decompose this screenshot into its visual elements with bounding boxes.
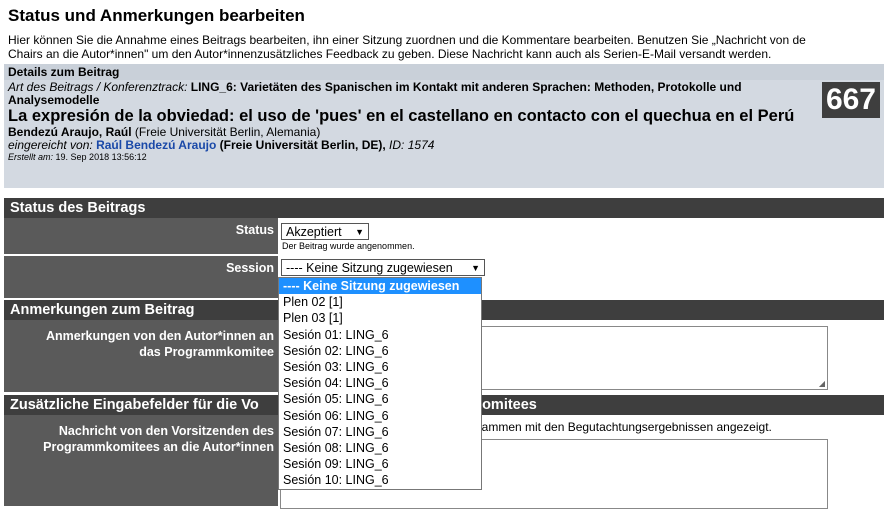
status-row: Status Akzeptiert ▼ Der Beitrag wurde an… — [4, 218, 884, 254]
notes-label: Anmerkungen von den Autor*innen an das P… — [45, 329, 274, 359]
details-header: Details zum Beitrag — [4, 64, 884, 80]
session-select-value: ---- Keine Sitzung zugewiesen — [286, 261, 453, 275]
session-dropdown-list[interactable]: ---- Keine Sitzung zugewiesen Plen 02 [1… — [278, 277, 482, 490]
submitted-label: eingereicht von: — [8, 138, 93, 152]
session-option[interactable]: Sesión 06: LING_6 — [279, 408, 481, 424]
session-select[interactable]: ---- Keine Sitzung zugewiesen ▼ — [281, 259, 485, 276]
created-label: Erstellt am: — [8, 152, 54, 162]
track-line-2: Analysemodelle — [8, 93, 100, 107]
status-section-header: Status des Beitrags — [4, 198, 884, 218]
paper-number-badge: 667 — [821, 82, 880, 118]
session-option[interactable]: Sesión 04: LING_6 — [279, 375, 481, 391]
status-label: Status — [235, 223, 274, 237]
paper-title: La expresión de la obviedad: el uso de '… — [8, 107, 795, 125]
details-panel: Art des Beitrags / Konferenztrack: LING_… — [4, 80, 884, 188]
session-option[interactable]: Plen 02 [1] — [279, 294, 481, 310]
session-option[interactable]: Plen 03 [1] — [279, 310, 481, 326]
session-option[interactable]: Sesión 07: LING_6 — [279, 424, 481, 440]
intro-line-2: Chairs an die Autor*innen" um den Autor*… — [8, 47, 772, 61]
session-option[interactable]: Sesión 03: LING_6 — [279, 359, 481, 375]
chair-message-label: Nachricht von den Vorsitzenden des Progr… — [43, 424, 274, 454]
session-label: Session — [226, 261, 274, 275]
status-hint: Der Beitrag wurde angenommen. — [282, 241, 415, 251]
submitter-affiliation: (Freie Universität Berlin, DE), — [219, 138, 386, 152]
session-option[interactable]: Sesión 08: LING_6 — [279, 440, 481, 456]
track-value: LING_6: Varietäten des Spanischen im Kon… — [190, 80, 742, 94]
chevron-down-icon: ▼ — [355, 227, 364, 237]
track-label: Art des Beitrags / Konferenztrack: — [8, 80, 188, 94]
id-label: ID: — [389, 138, 405, 152]
submitter-line: eingereicht von: Raúl Bendezú Araujo (Fr… — [8, 139, 880, 152]
id-value: 1574 — [407, 138, 435, 152]
status-select-value: Akzeptiert — [286, 225, 342, 239]
submitter-link[interactable]: Raúl Bendezú Araujo — [96, 138, 216, 152]
session-option[interactable]: Sesión 10: LING_6 — [279, 472, 481, 488]
author-name: Bendezú Araujo, Raúl — [8, 125, 132, 139]
session-option[interactable]: Sesión 01: LING_6 — [279, 327, 481, 343]
chevron-down-icon: ▼ — [471, 263, 480, 273]
intro-text: Hier können Sie die Annahme eines Beitra… — [8, 33, 886, 61]
track-line: Art des Beitrags / Konferenztrack: LING_… — [8, 81, 880, 94]
session-option[interactable]: Sesión 05: LING_6 — [279, 391, 481, 407]
session-option[interactable]: ---- Keine Sitzung zugewiesen — [279, 278, 481, 295]
session-option[interactable]: Sesión 09: LING_6 — [279, 456, 481, 472]
author-affiliation: (Freie Universität Berlin, Alemania) — [134, 125, 321, 139]
chair-message-hint: usammen mit den Begutachtungsergebnissen… — [469, 420, 772, 434]
created-value: 19. Sep 2018 13:56:12 — [55, 152, 147, 162]
resize-handle-icon[interactable]: ◢ — [819, 379, 825, 388]
page-title: Status und Anmerkungen bearbeiten — [8, 6, 305, 25]
created-line: Erstellt am: 19. Sep 2018 13:56:12 — [8, 152, 880, 163]
intro-line-1: Hier können Sie die Annahme eines Beitra… — [8, 33, 806, 47]
status-select[interactable]: Akzeptiert ▼ — [281, 223, 369, 240]
session-option[interactable]: Sesión 02: LING_6 — [279, 343, 481, 359]
